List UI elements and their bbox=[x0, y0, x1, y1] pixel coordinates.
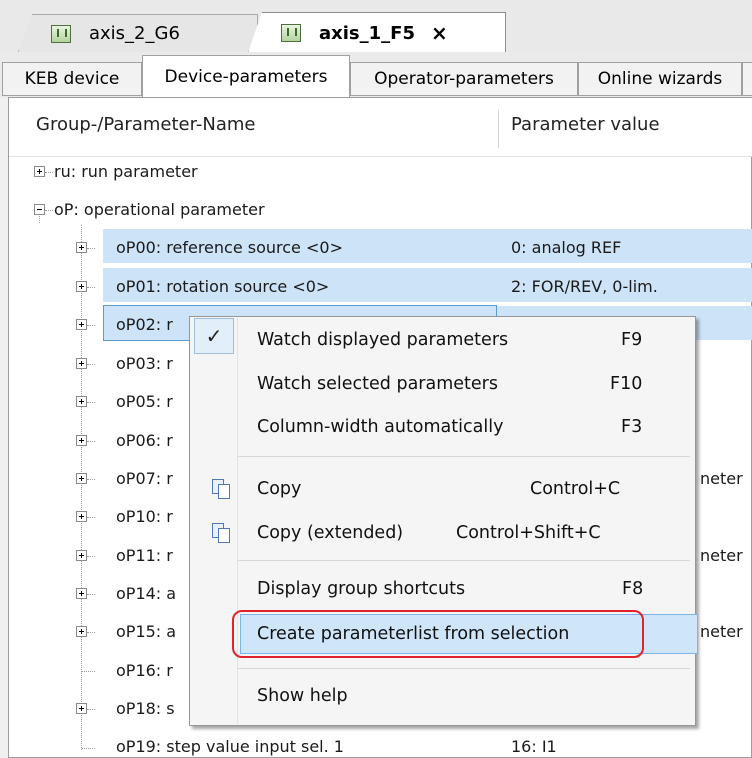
tree-line bbox=[45, 210, 53, 212]
parameter-value: neter bbox=[700, 622, 743, 641]
menu-item-column-width[interactable]: Column-width automatically F3 bbox=[190, 409, 695, 445]
parameter-name: oP01: rotation source <0> bbox=[116, 277, 330, 296]
tree-line bbox=[87, 709, 95, 711]
tree-line bbox=[82, 748, 95, 750]
tree-line bbox=[87, 287, 95, 289]
tab-axis-1-f5[interactable]: axis_1_F5 × bbox=[248, 12, 506, 53]
copy-icon bbox=[212, 523, 230, 543]
expand-icon[interactable] bbox=[76, 435, 87, 446]
column-header-value[interactable]: Parameter value bbox=[511, 114, 660, 135]
parameter-name: oP18: s bbox=[116, 699, 175, 718]
collapse-icon[interactable] bbox=[34, 204, 45, 215]
parameter-name: oP06: r bbox=[116, 431, 173, 450]
device-icon bbox=[281, 24, 301, 42]
parameter-name: oP14: a bbox=[116, 584, 177, 603]
expand-icon[interactable] bbox=[76, 242, 87, 253]
menu-item-display-group-shortcuts[interactable]: Display group shortcuts F8 bbox=[190, 571, 695, 607]
tab-device-parameters[interactable]: Device-parameters bbox=[142, 55, 350, 98]
parameter-value: 0: analog REF bbox=[511, 238, 622, 257]
expand-icon[interactable] bbox=[76, 319, 87, 330]
close-icon[interactable]: × bbox=[431, 21, 448, 45]
column-divider[interactable] bbox=[498, 110, 499, 148]
tree-line bbox=[82, 671, 95, 673]
menu-item-watch-displayed[interactable]: Watch displayed parameters F9 bbox=[190, 322, 695, 358]
expand-icon[interactable] bbox=[76, 358, 87, 369]
parameter-value: 2: FOR/REV, 0-lim. bbox=[511, 277, 658, 296]
copy-icon bbox=[212, 479, 230, 499]
tab-overflow[interactable] bbox=[742, 62, 752, 96]
tree-line bbox=[87, 517, 95, 519]
tree-line bbox=[87, 479, 95, 481]
expand-icon[interactable] bbox=[76, 588, 87, 599]
tree-line bbox=[87, 594, 95, 596]
expand-icon[interactable] bbox=[76, 626, 87, 637]
tab-label: axis_1_F5 bbox=[319, 22, 415, 44]
parameter-value: neter bbox=[700, 546, 743, 565]
parameter-value: 16: I1 bbox=[511, 737, 557, 756]
expand-icon[interactable] bbox=[76, 511, 87, 522]
device-icon bbox=[51, 24, 71, 43]
tree-line bbox=[87, 556, 95, 558]
tree-line bbox=[87, 364, 95, 366]
tree-line bbox=[87, 325, 95, 327]
menu-item-show-help[interactable]: Show help bbox=[190, 678, 695, 714]
expand-icon[interactable] bbox=[76, 281, 87, 292]
tree-line bbox=[87, 441, 95, 443]
parameter-name: oP11: r bbox=[116, 546, 173, 565]
parameter-name: oP19: step value input sel. 1 bbox=[116, 737, 344, 756]
menu-item-copy-extended[interactable]: Copy (extended) Control+Shift+C bbox=[190, 515, 695, 551]
parameter-value: neter bbox=[700, 469, 743, 488]
tree-line bbox=[87, 248, 95, 250]
expand-icon[interactable] bbox=[76, 396, 87, 407]
parameter-name: oP15: a bbox=[116, 622, 177, 641]
expand-icon[interactable] bbox=[76, 703, 87, 714]
tab-label: axis_2_G6 bbox=[89, 23, 180, 44]
tab-keb-device[interactable]: KEB device bbox=[2, 62, 142, 96]
parameter-name: oP16: r bbox=[116, 661, 173, 680]
menu-separator bbox=[238, 560, 690, 561]
menu-separator bbox=[238, 456, 690, 457]
expand-icon[interactable] bbox=[34, 166, 45, 177]
tab-axis-2-g6[interactable]: axis_2_G6 bbox=[18, 14, 258, 52]
tree-line bbox=[87, 632, 95, 634]
parameter-name: oP07: r bbox=[116, 469, 173, 488]
menu-separator bbox=[238, 668, 690, 669]
parameter-name: oP00: reference source <0> bbox=[116, 238, 343, 257]
parameter-name: oP02: r bbox=[116, 315, 173, 334]
tree-line bbox=[87, 402, 95, 404]
menu-item-copy[interactable]: Copy Control+C bbox=[190, 471, 695, 507]
parameter-name: oP03: r bbox=[116, 354, 173, 373]
parameter-name: oP10: r bbox=[116, 507, 173, 526]
parameter-name: oP05: r bbox=[116, 392, 173, 411]
tab-operator-parameters[interactable]: Operator-parameters bbox=[350, 62, 578, 96]
expand-icon[interactable] bbox=[76, 473, 87, 484]
menu-item-watch-selected[interactable]: Watch selected parameters F10 bbox=[190, 366, 695, 402]
tree-group-op[interactable]: oP: operational parameter bbox=[54, 200, 265, 220]
tree-line bbox=[45, 172, 53, 174]
expand-icon[interactable] bbox=[76, 550, 87, 561]
tab-online-wizards[interactable]: Online wizards bbox=[578, 62, 742, 96]
tree-group-ru[interactable]: ru: run parameter bbox=[54, 162, 198, 182]
highlight-annotation bbox=[232, 610, 644, 658]
column-header-name[interactable]: Group-/Parameter-Name bbox=[36, 114, 255, 135]
